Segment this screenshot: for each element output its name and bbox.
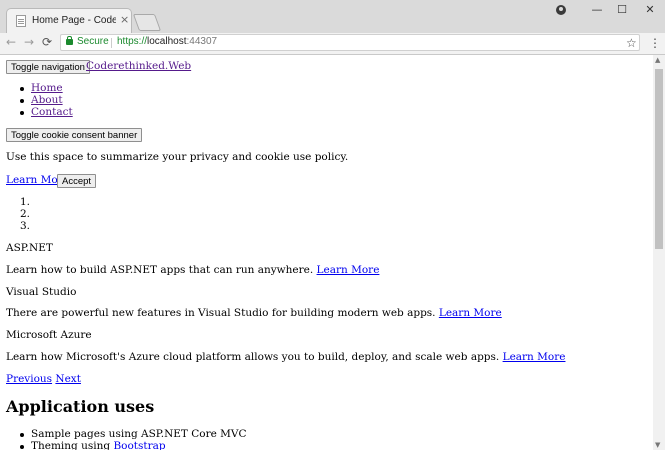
minimize-button[interactable]: — (587, 3, 607, 16)
cookie-accept-button[interactable]: Accept (57, 174, 97, 188)
brand-link[interactable]: Coderethinked.Web (86, 60, 191, 72)
slide-image-visual-studio: Visual Studio (6, 286, 76, 298)
slide-image-alt: ASP.NET (6, 242, 53, 254)
slide-caption: Learn how Microsoft's Azure cloud platfo… (6, 351, 565, 363)
url-scheme: https:// (117, 36, 148, 47)
bullet-icon (20, 99, 24, 103)
carousel-indicator-3[interactable]: 3. (20, 220, 30, 232)
forward-icon[interactable]: → (24, 35, 34, 49)
browser-titlebar: Home Page - Coderethinked.Web × — ☐ ✕ (0, 0, 665, 33)
slide-text: There are powerful new features in Visua… (6, 307, 436, 319)
lock-icon (66, 36, 73, 45)
tab-title: Home Page - Coderethinked.Web (32, 15, 116, 26)
slide-caption: Learn how to build ASP.NET apps that can… (6, 264, 379, 276)
toggle-cookie-banner-button[interactable]: Toggle cookie consent banner (6, 128, 143, 142)
bullet-icon (20, 87, 24, 91)
browser-menu-icon[interactable]: ⋮ (649, 33, 661, 54)
carousel-indicator-2[interactable]: 2. (20, 208, 30, 220)
browser-tab[interactable]: Home Page - Coderethinked.Web × (6, 8, 132, 33)
cookie-policy-text: Use this space to summarize your privacy… (6, 151, 349, 163)
profile-icon[interactable] (556, 5, 566, 15)
close-window-button[interactable]: ✕ (640, 3, 660, 16)
scroll-up-icon[interactable]: ▲ (655, 56, 660, 64)
slide-learn-more-link[interactable]: Learn More (439, 307, 502, 319)
scroll-down-icon[interactable]: ▼ (655, 441, 660, 449)
page-viewport: Toggle navigation Coderethinked.Web Home… (0, 55, 653, 450)
slide-image-alt: Visual Studio (6, 286, 77, 298)
new-tab-button[interactable] (132, 14, 162, 31)
nav-link-home[interactable]: Home (31, 82, 63, 94)
secure-label: Secure (77, 36, 109, 47)
slide-learn-more-link[interactable]: Learn More (503, 351, 566, 363)
nav-link-about[interactable]: About (31, 94, 63, 106)
list-item: Theming using Bootstrap (31, 440, 166, 450)
slide-learn-more-link[interactable]: Learn More (317, 264, 380, 276)
scroll-thumb[interactable] (655, 69, 663, 249)
back-icon[interactable]: ← (6, 35, 16, 49)
page-favicon-icon (16, 15, 26, 27)
nav-link-contact[interactable]: Contact (31, 106, 73, 118)
toggle-navigation-button[interactable]: Toggle navigation (6, 60, 90, 74)
address-bar[interactable]: Secure https://localhost:44307 (60, 34, 640, 51)
tab-close-icon[interactable]: × (120, 14, 129, 26)
application-uses-heading: Application uses (6, 397, 155, 416)
reload-icon[interactable]: ⟳ (42, 35, 52, 49)
slide-image-aspnet: ASP.NET (6, 242, 53, 254)
bullet-icon (20, 433, 24, 437)
slide-text: Learn how to build ASP.NET apps that can… (6, 264, 314, 276)
slide-caption: There are powerful new features in Visua… (6, 307, 502, 319)
omnibox-divider (111, 38, 112, 48)
carousel-previous-link[interactable]: Previous (6, 373, 52, 385)
vertical-scrollbar[interactable]: ▲ ▼ (653, 55, 665, 450)
bookmark-star-icon[interactable]: ☆ (626, 33, 637, 54)
maximize-button[interactable]: ☐ (612, 3, 632, 16)
carousel-controls: Previous Next (6, 373, 81, 385)
carousel-indicator-1[interactable]: 1. (20, 196, 30, 208)
bullet-icon (20, 445, 24, 449)
slide-image-azure: Microsoft Azure (6, 329, 92, 341)
carousel-next-link[interactable]: Next (55, 373, 81, 385)
slide-image-alt: Microsoft Azure (6, 329, 92, 341)
url-text: https://localhost:44307 (117, 36, 217, 47)
browser-toolbar: ← → ⟳ Secure https://localhost:44307 (0, 33, 665, 55)
url-port: :44307 (186, 36, 218, 47)
bootstrap-link[interactable]: Bootstrap (113, 440, 165, 450)
url-host: localhost (147, 36, 187, 47)
slide-text: Learn how Microsoft's Azure cloud platfo… (6, 351, 500, 363)
bullet-icon (20, 111, 24, 115)
list-item: Sample pages using ASP.NET Core MVC (31, 428, 247, 440)
list-item-text: Theming using (31, 440, 114, 450)
